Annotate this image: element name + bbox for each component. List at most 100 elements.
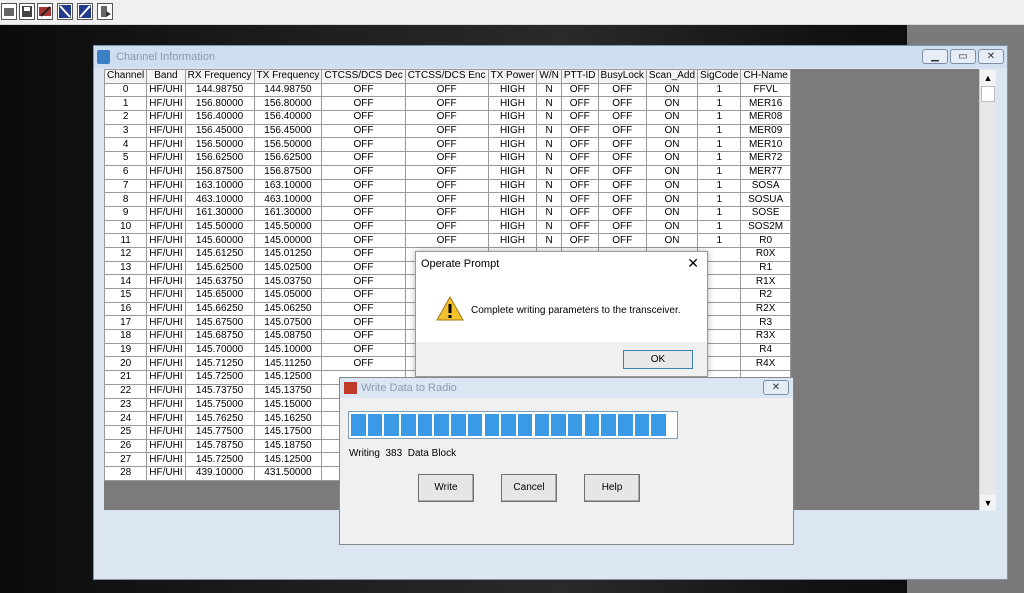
table-cell[interactable]: HF/UHI (146, 424, 186, 440)
close-icon[interactable]: ✕ (763, 380, 789, 395)
table-cell[interactable]: OFF (560, 192, 599, 207)
table-cell[interactable]: HF/UHI (146, 205, 186, 221)
table-cell[interactable]: OFF (560, 123, 599, 139)
table-cell[interactable]: N (536, 110, 562, 125)
table-cell[interactable]: OFF (321, 151, 406, 166)
table-cell[interactable]: 145.63750 (184, 274, 255, 289)
edit-icon[interactable] (37, 3, 53, 20)
table-cell[interactable]: R1X (740, 274, 791, 289)
table-cell[interactable]: R2X (740, 301, 791, 317)
table-cell[interactable]: OFF (560, 219, 599, 235)
table-cell[interactable]: 156.40000 (253, 110, 323, 125)
table-cell[interactable]: 1 (697, 164, 742, 180)
scroll-thumb[interactable] (981, 86, 995, 102)
table-cell[interactable]: MER16 (740, 96, 791, 112)
table-cell[interactable]: 25 (103, 424, 148, 440)
table-cell[interactable]: R3 (740, 315, 791, 331)
table-cell[interactable]: OFF (404, 219, 489, 235)
table-cell[interactable]: OFF (560, 178, 599, 194)
table-cell[interactable]: 156.80000 (253, 96, 323, 112)
column-header[interactable]: TX Power (487, 69, 538, 84)
table-cell[interactable]: 144.98750 (253, 82, 323, 98)
table-cell[interactable]: OFF (321, 96, 406, 112)
table-cell[interactable]: R2 (740, 288, 791, 303)
table-cell[interactable]: 156.80000 (184, 96, 255, 112)
column-header[interactable]: TX Frequency (253, 69, 323, 84)
table-cell[interactable]: 145.70000 (184, 342, 255, 358)
table-cell[interactable]: N (536, 123, 562, 139)
table-cell[interactable]: ON (645, 178, 699, 194)
table-cell[interactable]: HF/UHI (146, 438, 186, 454)
table-cell[interactable]: 145.78750 (184, 438, 255, 454)
column-header[interactable]: CH-Name (740, 69, 791, 84)
table-cell[interactable]: HF/UHI (146, 356, 186, 372)
table-cell[interactable]: ON (645, 233, 699, 248)
table-cell[interactable]: 145.61250 (184, 246, 255, 262)
table-cell[interactable]: HF/UHI (146, 329, 186, 344)
table-cell[interactable]: 145.72500 (184, 370, 255, 385)
table-cell[interactable]: OFF (404, 110, 489, 125)
table-cell[interactable]: 12 (103, 246, 148, 262)
table-cell[interactable]: N (536, 233, 562, 248)
table-cell[interactable]: 1 (697, 110, 742, 125)
table-cell[interactable]: OFF (597, 123, 647, 139)
table-cell[interactable]: 20 (103, 356, 148, 372)
table-cell[interactable]: HF/UHI (146, 246, 186, 262)
table-cell[interactable]: OFF (321, 342, 406, 358)
table-cell[interactable]: OFF (404, 192, 489, 207)
table-cell[interactable]: HIGH (487, 110, 538, 125)
table-cell[interactable]: 463.10000 (184, 192, 255, 207)
table-cell[interactable]: FFVL (740, 82, 791, 98)
table-cell[interactable]: HF/UHI (146, 288, 186, 303)
table-cell[interactable]: N (536, 137, 562, 153)
table-cell[interactable]: OFF (321, 315, 406, 331)
table-cell[interactable]: HF/UHI (146, 178, 186, 194)
column-header[interactable]: BusyLock (597, 69, 647, 84)
table-cell[interactable]: OFF (321, 219, 406, 235)
table-cell[interactable]: HF/UHI (146, 96, 186, 112)
table-cell[interactable]: OFF (597, 96, 647, 112)
table-row[interactable]: 6 HF/UHI 156.87500 156.87500 OFF OFF HIGH N OFF O… (103, 164, 791, 180)
table-cell[interactable]: R0 (740, 233, 791, 248)
table-cell[interactable]: SOSE (740, 205, 791, 221)
table-cell[interactable]: 145.05000 (253, 288, 323, 303)
table-row[interactable]: 5 HF/UHI 156.62500 156.62500 OFF OFF HIGH N OFF O… (103, 151, 791, 166)
table-cell[interactable]: 6 (103, 164, 148, 180)
table-cell[interactable]: 16 (103, 301, 148, 317)
table-cell[interactable]: 145.02500 (253, 260, 323, 276)
table-cell[interactable]: 4 (103, 137, 148, 153)
save-icon[interactable] (19, 3, 35, 20)
table-cell[interactable]: OFF (560, 137, 599, 153)
table-cell[interactable]: 1 (697, 137, 742, 153)
table-cell[interactable]: OFF (597, 178, 647, 194)
table-cell[interactable]: 156.50000 (253, 137, 323, 153)
table-cell[interactable]: N (536, 96, 562, 112)
table-cell[interactable]: ON (645, 82, 699, 98)
column-header[interactable]: Band (146, 69, 186, 84)
table-cell[interactable]: 145.10000 (253, 342, 323, 358)
table-cell[interactable]: OFF (321, 137, 406, 153)
table-cell[interactable]: 163.10000 (253, 178, 323, 194)
write-button[interactable]: Write (418, 474, 474, 502)
table-cell[interactable]: OFF (597, 110, 647, 125)
table-cell[interactable]: 14 (103, 274, 148, 289)
table-cell[interactable]: OFF (597, 192, 647, 207)
table-cell[interactable]: OFF (404, 137, 489, 153)
table-cell[interactable]: HF/UHI (146, 164, 186, 180)
table-cell[interactable]: 145.68750 (184, 329, 255, 344)
table-cell[interactable]: R1 (740, 260, 791, 276)
table-cell[interactable]: 0 (103, 82, 148, 98)
table-cell[interactable]: R3X (740, 329, 791, 344)
table-cell[interactable]: 1 (697, 205, 742, 221)
column-header[interactable]: Channel (103, 69, 148, 84)
table-cell[interactable]: 1 (697, 233, 742, 248)
table-cell[interactable]: N (536, 205, 562, 221)
table-cell[interactable]: OFF (597, 219, 647, 235)
table-cell[interactable]: 1 (697, 123, 742, 139)
table-cell[interactable]: 145.06250 (253, 301, 323, 317)
table-cell[interactable]: MER08 (740, 110, 791, 125)
table-cell[interactable]: 18 (103, 329, 148, 344)
table-cell[interactable]: 10 (103, 219, 148, 235)
column-header[interactable]: CTCSS/DCS Dec (321, 69, 406, 84)
column-header[interactable]: Scan_Add (645, 69, 699, 84)
